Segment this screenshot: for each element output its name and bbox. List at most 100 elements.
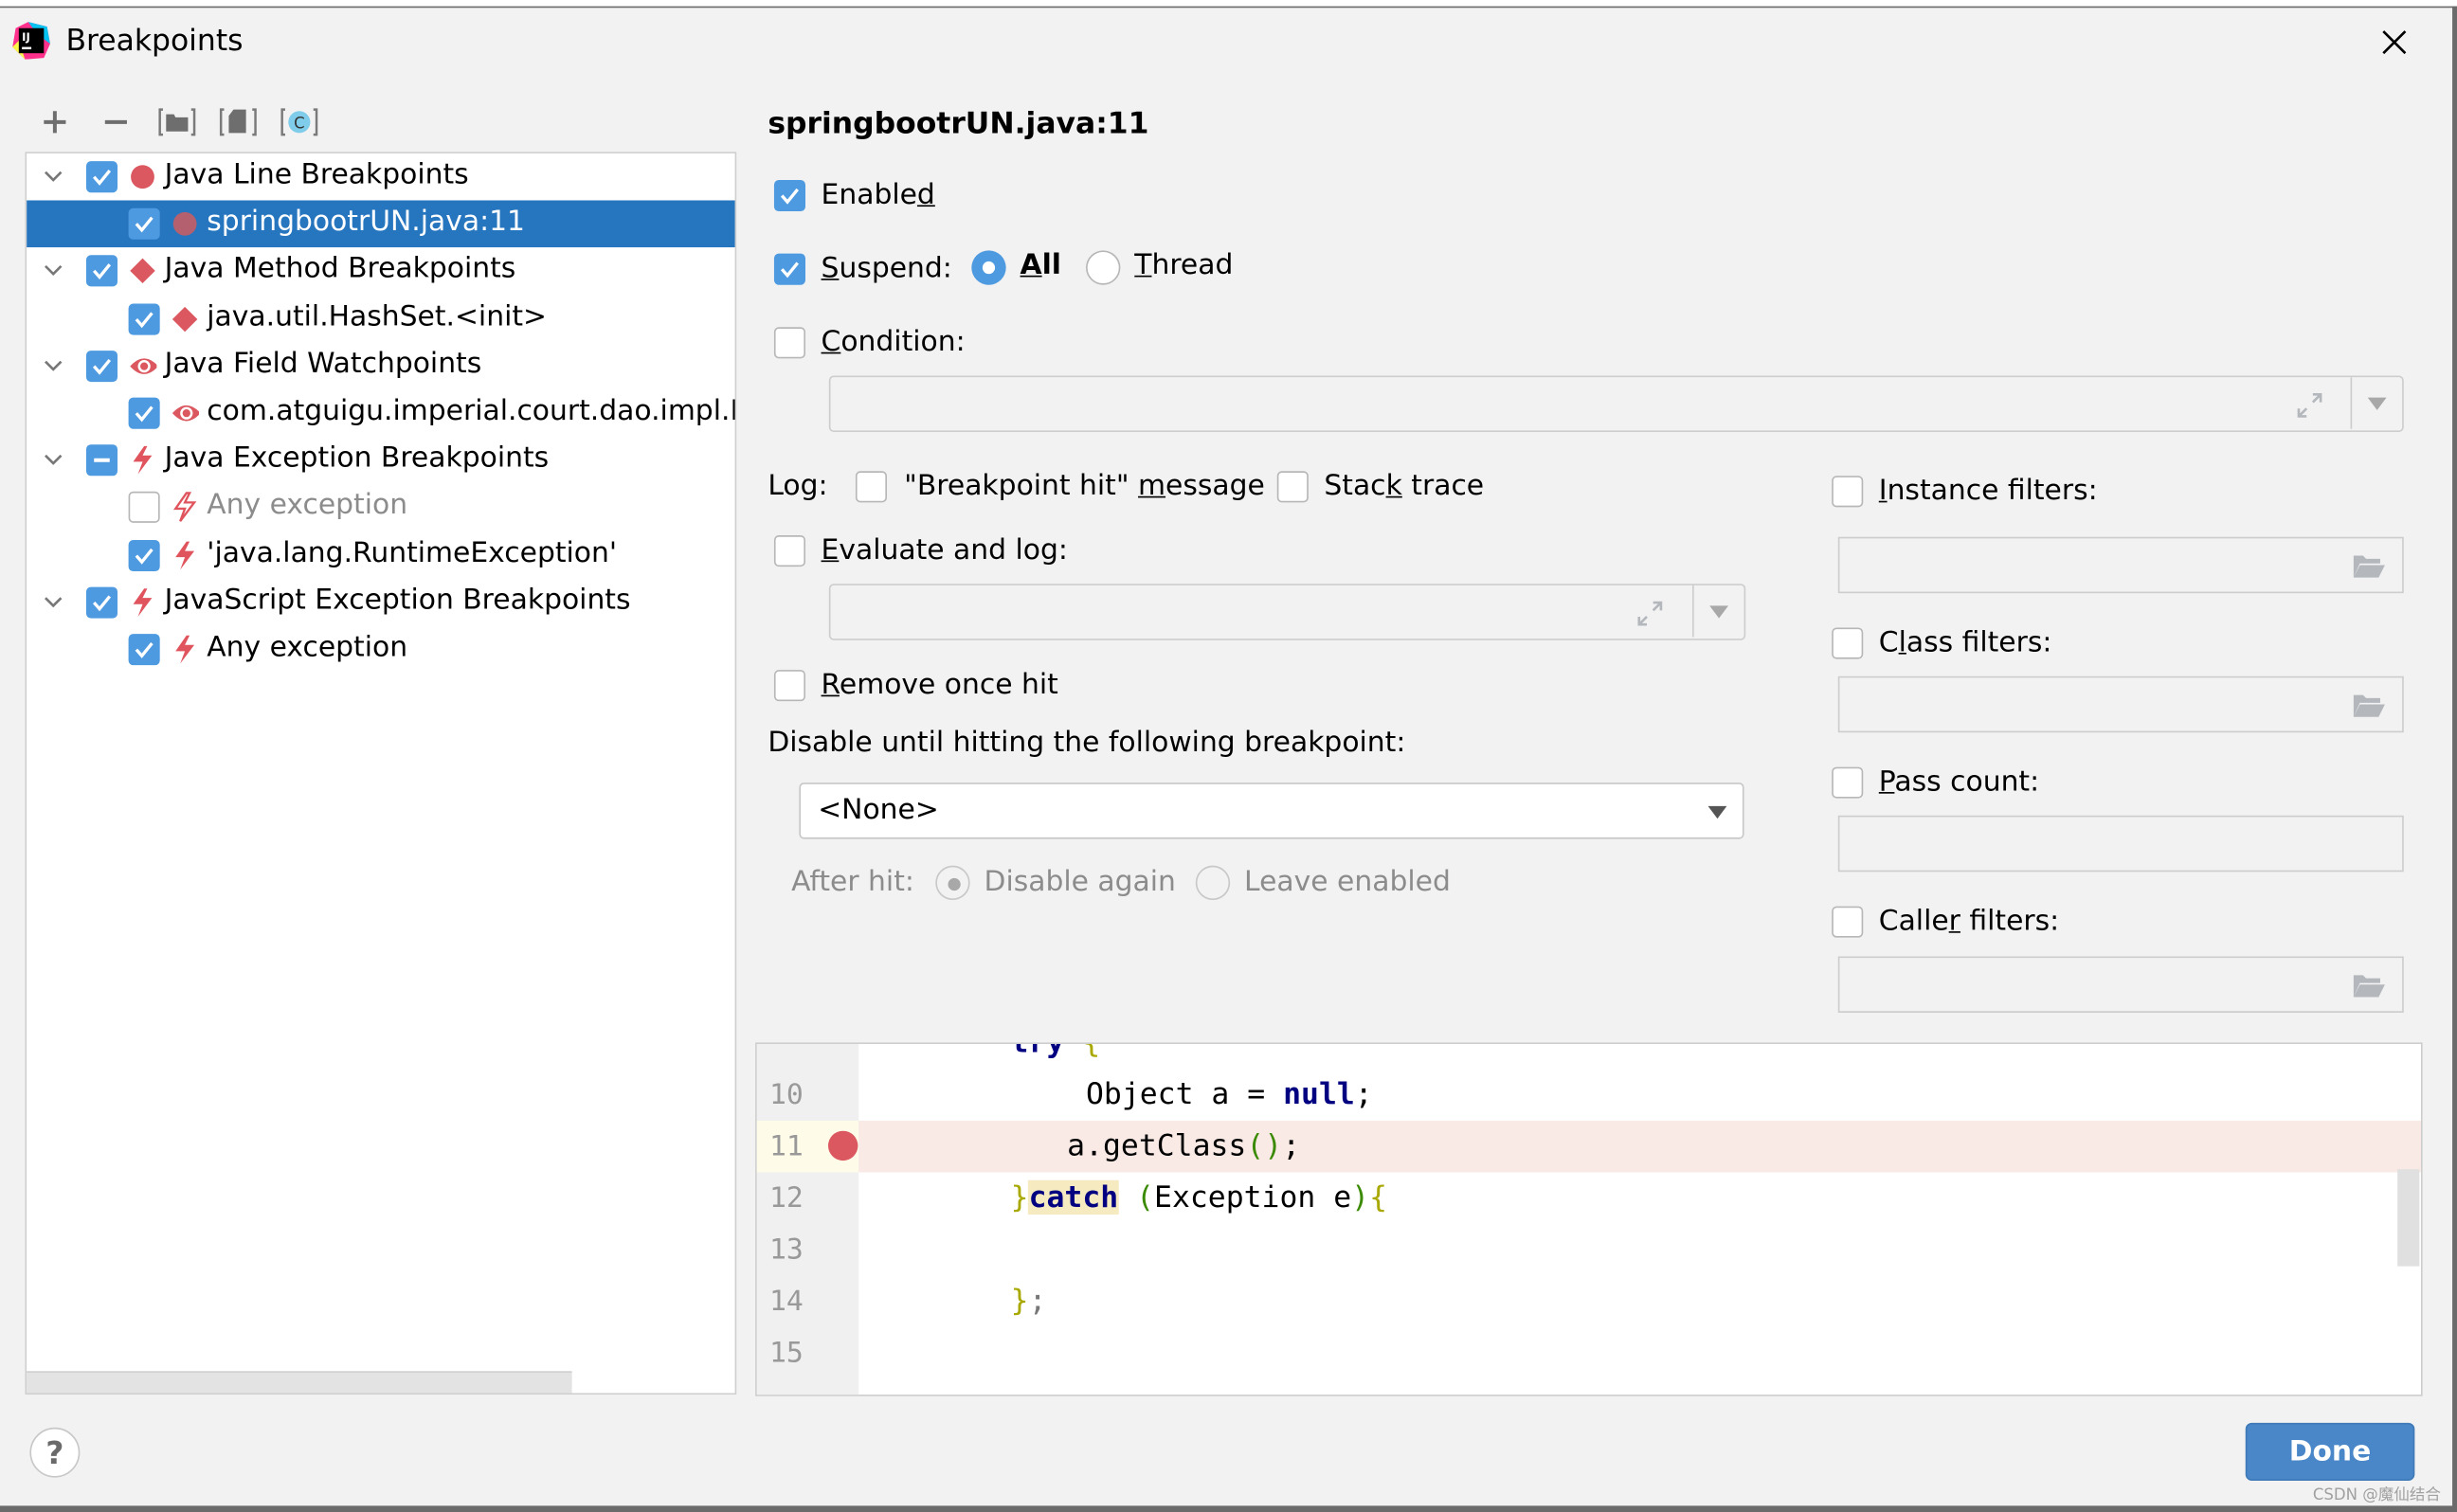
dropdown-arrow-icon[interactable] [2366,394,2388,413]
evaluate-and-log-input[interactable] [828,584,1746,640]
red-eye-icon [171,399,200,427]
expand-icon [2297,393,2322,418]
instance-filters-checkbox[interactable] [1832,475,1864,507]
after-hit-label: After hit: [791,865,914,899]
tree-group-row[interactable]: JavaScript Exception Breakpoints [27,579,734,626]
disable-until-label: Disable until hitting the following brea… [768,726,1406,760]
tree-item-row[interactable]: springbootrUN.java:11 [27,200,735,248]
remove-once-hit-checkbox[interactable] [773,669,806,701]
suspend-all-radio[interactable] [971,250,1006,285]
class-filters-checkbox[interactable] [1832,626,1864,658]
red-circle-icon [171,210,199,239]
chevron-down-icon[interactable] [43,591,64,613]
tree-item-label: Any exception [207,489,408,522]
chevron-down-icon[interactable] [43,355,64,377]
dropdown-arrow-icon[interactable] [1708,603,1730,621]
group-by-class-button[interactable]: C [280,103,318,141]
folder-open-icon[interactable] [2351,691,2389,722]
class-filters-input[interactable] [1837,675,2404,733]
enabled-checkbox[interactable] [773,179,806,211]
tree-group-row[interactable]: Java Method Breakpoints [27,248,734,296]
evaluate-and-log-label: Evaluate and log: [821,533,1068,567]
caller-filters-option[interactable]: Caller filters: [1832,905,2059,938]
stack-trace-option[interactable]: Stack trace [1276,470,1484,502]
log-message-option[interactable]: "Breakpoint hit" message [855,470,1265,502]
tree-checkbox[interactable] [85,161,118,193]
pass-count-option[interactable]: Pass count: [1832,765,2039,799]
tree-checkbox[interactable] [128,634,160,666]
caller-filters-input[interactable] [1837,956,2404,1013]
stack-trace-checkbox[interactable] [1276,470,1309,502]
tree-checkbox[interactable] [128,397,160,429]
tree-checkbox[interactable] [128,539,160,571]
red-diamond-icon [129,258,157,286]
breakpoint-dot-icon[interactable] [827,1130,858,1161]
enabled-option[interactable]: Enabled [773,178,935,211]
tree-item-row[interactable]: java.util.HashSet.<init> [27,296,734,343]
tree-item-row[interactable]: Any exception [27,626,734,674]
disable-again-radio[interactable] [935,865,970,901]
tree-checkbox[interactable] [85,255,118,287]
chevron-down-icon[interactable] [43,449,64,471]
tree-checkbox[interactable] [128,302,160,334]
instance-filters-option[interactable]: Instance filters: [1832,475,2098,507]
pass-count-checkbox[interactable] [1832,765,1864,798]
disable-until-select[interactable]: <None> [799,783,1744,839]
suspend-checkbox[interactable] [773,252,806,284]
checkmark-icon [135,642,154,658]
tree-checkbox[interactable] [85,444,118,477]
folder-open-icon[interactable] [2351,551,2389,583]
dialog-border [2452,6,2457,1512]
log-message-checkbox[interactable] [855,470,887,502]
code-preview-editor[interactable]: try {10 Object a = null; 11 a.getClass(); 12… [755,1042,2423,1396]
class-filters-label: Class filters: [1878,625,2052,659]
tree-item-row[interactable]: Any exception [27,484,734,531]
chevron-down-icon[interactable] [43,166,64,188]
checkmark-icon [135,216,154,233]
caller-filters-checkbox[interactable] [1832,905,1864,937]
tree-checkbox[interactable] [128,492,160,524]
condition-checkbox[interactable] [773,326,806,358]
tree-group-row[interactable]: Java Field Watchpoints [27,342,734,389]
leave-enabled-radio[interactable] [1195,865,1231,901]
suspend-thread-radio[interactable] [1086,250,1121,285]
group-by-package-button[interactable] [158,103,196,141]
remove-breakpoint-button[interactable] [98,103,135,141]
condition-input[interactable] [828,375,2404,433]
tree-group-row[interactable]: Java Exception Breakpoints [27,437,734,484]
evaluate-and-log-checkbox[interactable] [773,534,806,567]
remove-once-hit-option[interactable]: Remove once hit [773,668,1058,701]
tree-group-row[interactable]: Java Line Breakpoints [27,153,734,201]
editor-vertical-scrollbar[interactable] [2397,1169,2420,1267]
tree-checkbox[interactable] [85,350,118,382]
tree-checkbox[interactable] [128,208,160,241]
group-by-file-button[interactable] [219,103,258,141]
suspend-thread-label: Thread [1134,248,1234,282]
tree-horizontal-scrollbar[interactable] [27,1371,572,1394]
evaluate-and-log-option[interactable]: Evaluate and log: [773,533,1068,567]
add-breakpoint-button[interactable] [36,103,74,141]
tree-item-row[interactable]: com.atguigu.imperial.court.dao.impl.Em [27,389,735,437]
tree-item-label: Any exception [207,630,408,664]
line-number: 15 [768,1336,804,1370]
close-button[interactable] [2374,22,2414,63]
chevron-down-icon[interactable] [43,261,64,282]
instance-filters-input[interactable] [1837,536,2404,594]
suspend-all-label: All [1020,248,1062,282]
suspend-label: Suspend: [821,252,952,285]
red-eye-icon [129,351,157,380]
folder-open-icon[interactable] [2351,970,2389,1001]
checkmark-icon [92,170,112,186]
tree-item-label: java.util.HashSet.<init> [207,299,547,333]
pass-count-input[interactable] [1837,815,2404,873]
minus-icon [104,119,127,124]
tree-checkbox[interactable] [85,586,118,619]
code-line: try { [1010,1042,1101,1060]
tree-item-row[interactable]: 'java.lang.RuntimeException' [27,531,734,579]
breakpoints-tree[interactable]: Java Line Breakpoints springbootrUN.java:… [25,152,737,1395]
condition-option[interactable]: Condition: [773,326,966,358]
done-button[interactable]: Done [2245,1422,2415,1481]
suspend-option[interactable]: Suspend: [773,252,952,285]
help-button[interactable]: ? [29,1427,81,1478]
class-filters-option[interactable]: Class filters: [1832,626,2051,659]
